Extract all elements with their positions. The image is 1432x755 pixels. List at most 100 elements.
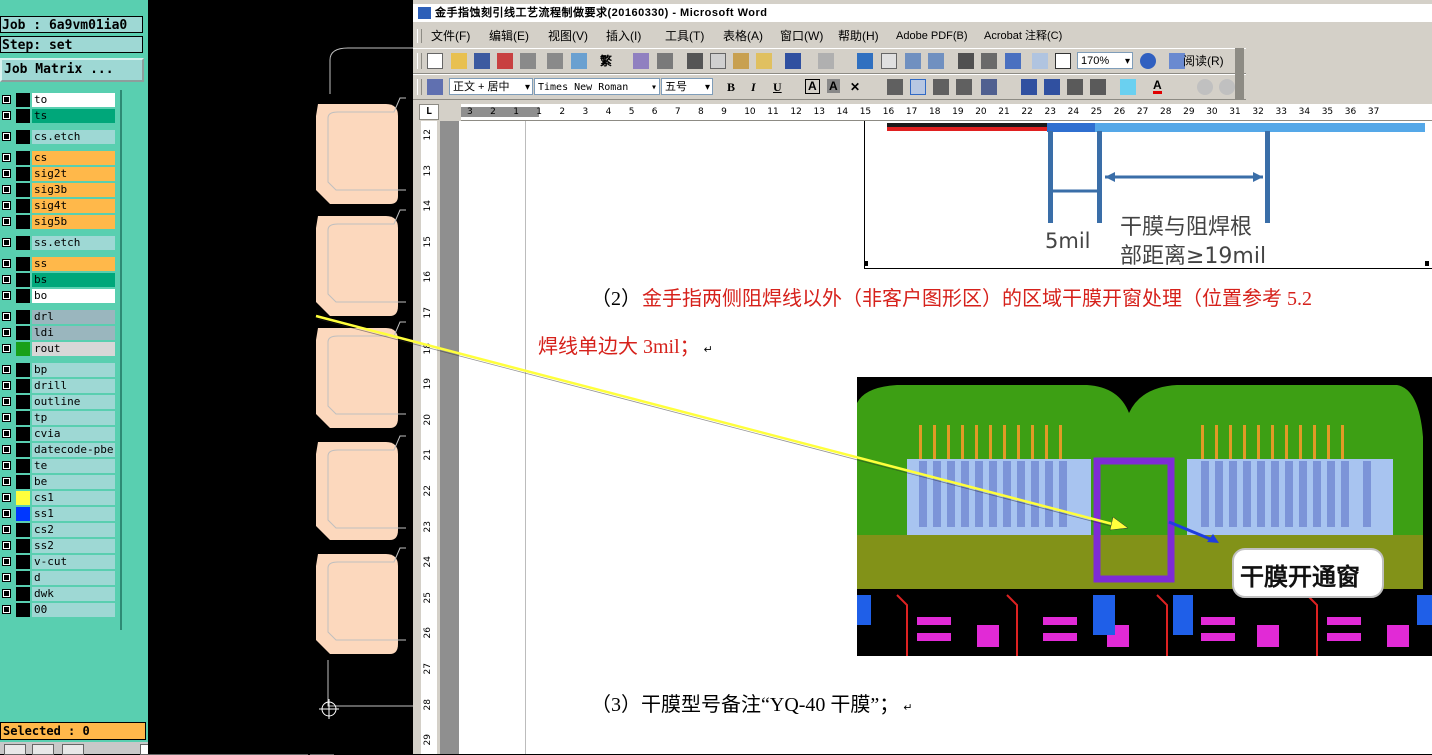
layer-checkbox[interactable] (2, 493, 11, 502)
drawing-icon[interactable] (981, 53, 997, 69)
layer-checkbox[interactable] (2, 169, 11, 178)
status-button[interactable] (32, 744, 54, 755)
print-icon[interactable] (520, 53, 536, 69)
traditional-chinese-button[interactable]: 繁 (600, 53, 612, 69)
layer-row[interactable]: sig3b (0, 182, 118, 198)
layer-row[interactable]: outline (0, 394, 118, 410)
toolbar-options-icon[interactable] (1235, 74, 1244, 100)
new-document-icon[interactable] (427, 53, 443, 69)
layer-row[interactable]: be (0, 474, 118, 490)
layer-checkbox[interactable] (2, 111, 11, 120)
layer-row[interactable]: ts (0, 108, 118, 124)
underline-icon[interactable]: U (773, 79, 782, 95)
layer-row[interactable]: ss.etch (0, 235, 118, 251)
insert-table-icon[interactable] (905, 53, 921, 69)
layer-checkbox[interactable] (2, 541, 11, 550)
char-border-icon[interactable]: A (805, 79, 820, 94)
layer-row[interactable]: ss1 (0, 506, 118, 522)
layer-row[interactable]: to (0, 92, 118, 108)
zoom-select[interactable]: 170% (1077, 52, 1133, 69)
layer-row[interactable]: sig4t (0, 198, 118, 214)
print-preview-icon[interactable] (547, 53, 563, 69)
layer-row[interactable]: datecode-pbe (0, 442, 118, 458)
layer-checkbox[interactable] (2, 381, 11, 390)
menu-help[interactable]: 帮助(H) (838, 26, 879, 46)
format-painter-icon[interactable] (756, 53, 772, 69)
hyperlink-icon[interactable] (857, 53, 873, 69)
layer-checkbox[interactable] (2, 429, 11, 438)
layer-row[interactable]: cs2 (0, 522, 118, 538)
increase-indent-icon[interactable] (1090, 79, 1106, 95)
research-icon[interactable] (633, 53, 649, 69)
layer-row[interactable]: cs.etch (0, 129, 118, 145)
menu-window[interactable]: 窗口(W) (780, 26, 823, 46)
layer-checkbox[interactable] (2, 413, 11, 422)
menu-acrobat-comments[interactable]: Acrobat 注释(C) (984, 26, 1062, 46)
layer-checkbox[interactable] (2, 132, 11, 141)
document-page[interactable]: 5mil 干膜与阻焊根 部距离≥19mil （2）金手指两侧阻焊线以外（非客户图… (459, 121, 1432, 754)
layer-row[interactable]: sig5b (0, 214, 118, 230)
spelling-icon[interactable] (571, 53, 587, 69)
menu-tools[interactable]: 工具(T) (665, 26, 704, 46)
layer-row[interactable]: cvia (0, 426, 118, 442)
cam-canvas[interactable] (148, 0, 413, 754)
layer-row[interactable]: 00 (0, 602, 118, 618)
styles-formatting-icon[interactable] (427, 79, 443, 95)
align-right-icon[interactable] (933, 79, 949, 95)
layer-checkbox[interactable] (2, 461, 11, 470)
pilcrow-icon[interactable] (1055, 53, 1071, 69)
layer-checkbox[interactable] (2, 153, 11, 162)
status-button[interactable] (4, 744, 26, 755)
layer-checkbox[interactable] (2, 312, 11, 321)
layer-checkbox[interactable] (2, 445, 11, 454)
layer-checkbox[interactable] (2, 557, 11, 566)
layer-checkbox[interactable] (2, 509, 11, 518)
font-select[interactable]: Times New Roman (534, 78, 660, 95)
font-color-icon[interactable]: A (1153, 79, 1162, 94)
layer-checkbox[interactable] (2, 573, 11, 582)
layer-checkbox[interactable] (2, 259, 11, 268)
bold-icon[interactable]: B (727, 79, 735, 95)
paste-icon[interactable] (733, 53, 749, 69)
show-hide-icon[interactable] (1032, 53, 1048, 69)
layer-row[interactable]: ss (0, 256, 118, 272)
columns-icon[interactable] (958, 53, 974, 69)
tab-selector[interactable]: L (419, 104, 439, 120)
layer-checkbox[interactable] (2, 365, 11, 374)
layer-checkbox[interactable] (2, 344, 11, 353)
undo-icon[interactable] (785, 53, 801, 69)
help-icon[interactable] (1140, 53, 1156, 69)
layer-checkbox[interactable] (2, 201, 11, 210)
char-scaling-icon[interactable]: ✕ (850, 79, 860, 95)
italic-icon[interactable]: I (751, 79, 756, 95)
bullets-icon[interactable] (1044, 79, 1060, 95)
layer-row[interactable]: cs1 (0, 490, 118, 506)
highlight-icon[interactable] (1120, 79, 1136, 95)
open-folder-icon[interactable] (451, 53, 467, 69)
layer-checkbox[interactable] (2, 477, 11, 486)
spacing-diagram-image[interactable]: 5mil 干膜与阻焊根 部距离≥19mil (864, 121, 1432, 269)
layer-row[interactable]: dwk (0, 586, 118, 602)
layer-checkbox[interactable] (2, 238, 11, 247)
menu-table[interactable]: 表格(A) (723, 26, 763, 46)
layer-row[interactable]: bs (0, 272, 118, 288)
permission-icon[interactable] (497, 53, 513, 69)
layer-row[interactable]: drill (0, 378, 118, 394)
layer-checkbox[interactable] (2, 589, 11, 598)
phonetic-guide-icon[interactable] (1197, 79, 1213, 95)
copy-icon[interactable] (710, 53, 726, 69)
numbering-icon[interactable] (1021, 79, 1037, 95)
layer-checkbox[interactable] (2, 291, 11, 300)
menu-file[interactable]: 文件(F) (431, 26, 470, 46)
layer-checkbox[interactable] (2, 95, 11, 104)
char-shading-icon[interactable]: A (827, 79, 840, 93)
menu-insert[interactable]: 插入(I) (606, 26, 641, 46)
job-matrix-button[interactable]: Job Matrix ... (0, 58, 144, 82)
layer-row[interactable]: v-cut (0, 554, 118, 570)
layer-row[interactable]: ldi (0, 325, 118, 341)
layer-checkbox[interactable] (2, 605, 11, 614)
enclose-characters-icon[interactable] (1219, 79, 1235, 95)
reading-layout-button[interactable]: 阅读(R) (1183, 53, 1224, 69)
style-select[interactable]: 正文 + 居中 (449, 78, 533, 95)
status-button[interactable] (62, 744, 84, 755)
